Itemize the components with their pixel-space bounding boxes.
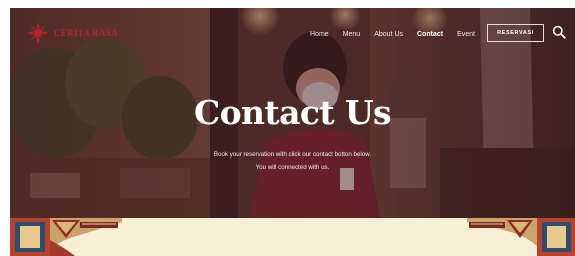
nav-item-about-us[interactable]: About Us xyxy=(374,31,403,38)
page: CERITA RASA Home Menu About Us Contact E… xyxy=(0,0,575,256)
reservasi-button[interactable]: RESERVASI xyxy=(487,24,544,42)
nav-item-event[interactable]: Event xyxy=(457,31,475,38)
hero-subtitle-line-1: Book your reservation with click our con… xyxy=(213,151,372,158)
batik-pattern-left xyxy=(10,218,122,256)
brand-name: CERITA RASA xyxy=(54,28,118,38)
content-band xyxy=(10,218,575,256)
page-title: Contact Us xyxy=(193,93,392,132)
logo-icon xyxy=(27,22,49,44)
main-nav: Home Menu About Us Contact Event xyxy=(310,31,489,38)
brand-logo[interactable]: CERITA RASA xyxy=(26,21,118,45)
hero-subtitle-line-2: You will connected with us. xyxy=(255,164,330,171)
hero-section: CERITA RASA Home Menu About Us Contact E… xyxy=(10,8,575,218)
batik-pattern-right xyxy=(467,218,575,256)
search-icon[interactable] xyxy=(552,25,566,39)
nav-item-contact[interactable]: Contact xyxy=(417,31,443,38)
nav-item-menu[interactable]: Menu xyxy=(343,31,361,38)
nav-item-home[interactable]: Home xyxy=(310,31,329,38)
